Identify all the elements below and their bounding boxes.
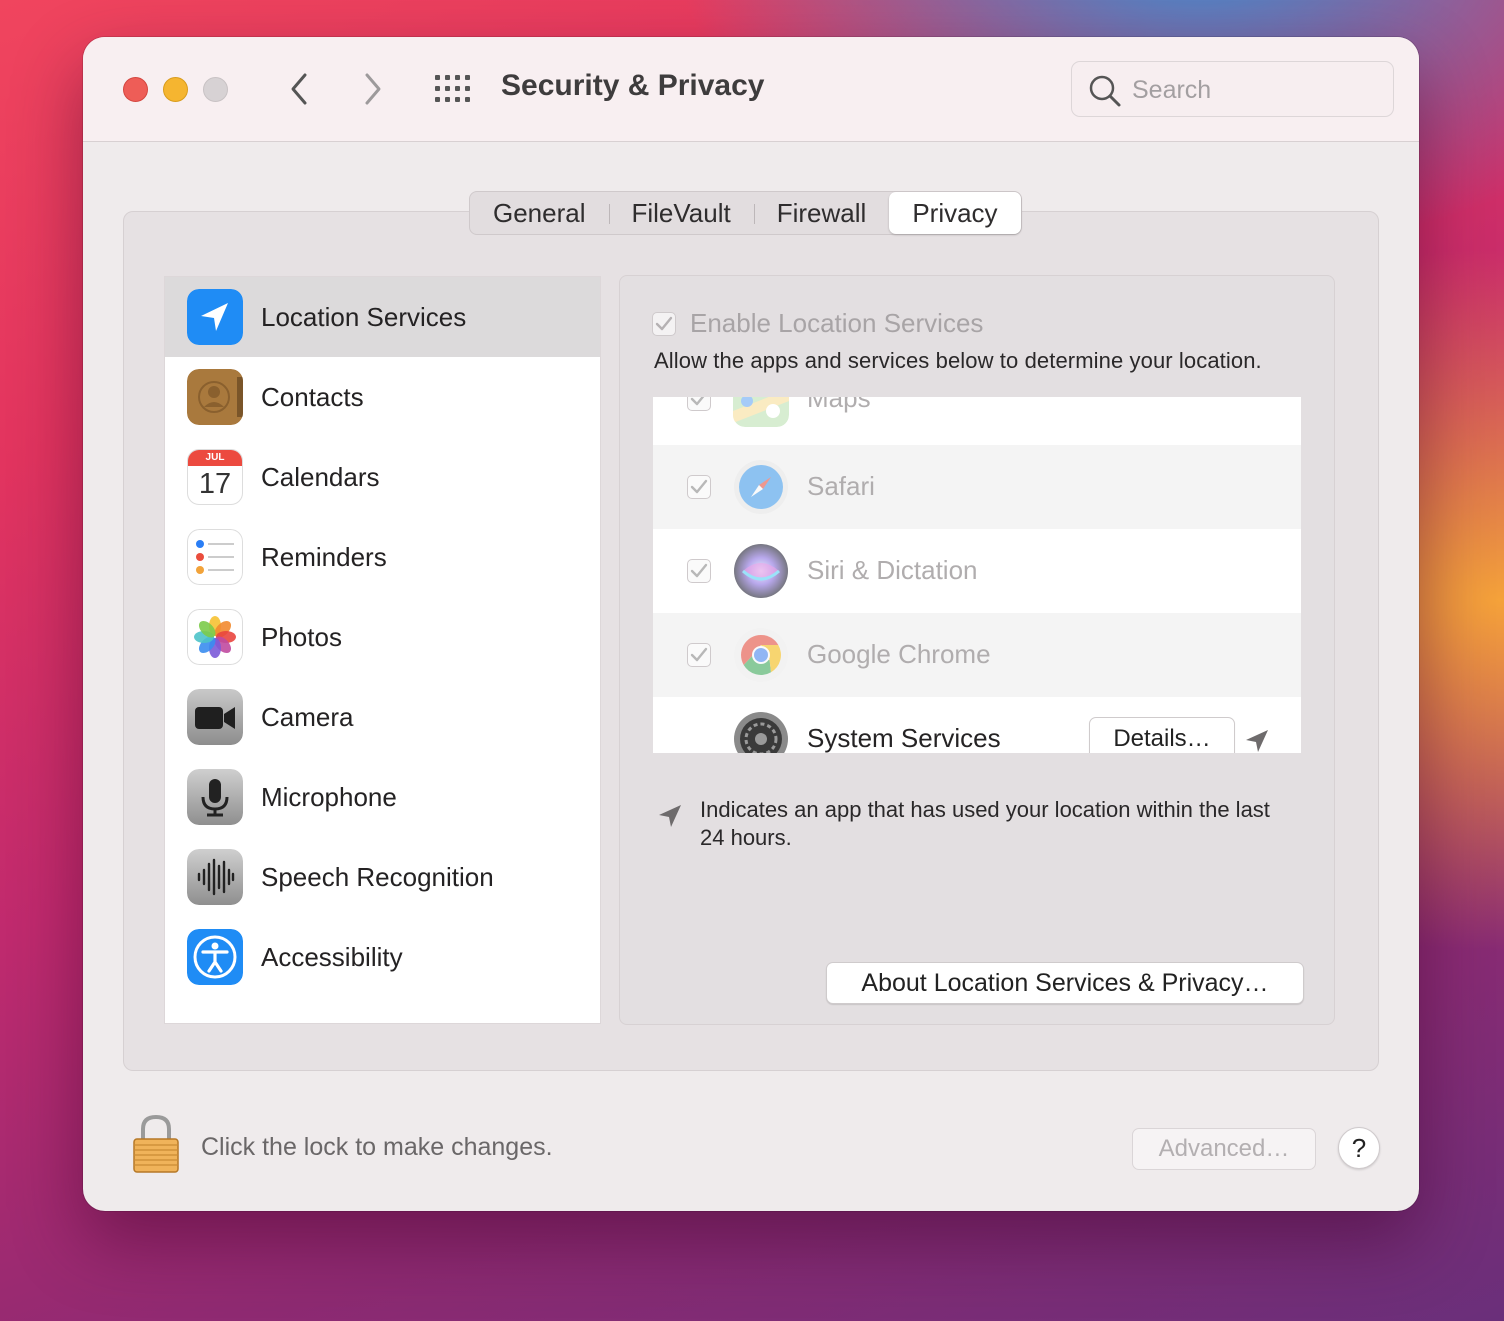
back-button[interactable] xyxy=(279,69,319,109)
calendar-icon: JUL 17 xyxy=(187,449,243,505)
photos-icon xyxy=(187,609,243,665)
zoom-button[interactable] xyxy=(203,77,228,102)
search-icon xyxy=(1089,75,1121,107)
calendar-day: 17 xyxy=(198,468,232,500)
minimize-button[interactable] xyxy=(163,77,188,102)
sidebar-item-label: Accessibility xyxy=(261,941,403,972)
app-name: Google Chrome xyxy=(807,639,991,669)
sidebar-item-label: Calendars xyxy=(261,461,380,492)
lock-message: Click the lock to make changes. xyxy=(201,1133,553,1161)
lock-button[interactable] xyxy=(131,1113,181,1175)
about-location-services-button[interactable]: About Location Services & Privacy… xyxy=(826,962,1304,1004)
tab-firewall[interactable]: Firewall xyxy=(753,192,890,234)
sidebar-item-calendars[interactable]: JUL 17 Calendars xyxy=(165,437,600,517)
tab-general[interactable]: General xyxy=(470,192,609,234)
app-checkbox[interactable] xyxy=(687,475,711,499)
security-privacy-window: Security & Privacy General FileVault Fir… xyxy=(83,37,1419,1211)
calendar-month: JUL xyxy=(188,450,242,466)
sidebar-item-label: Camera xyxy=(261,701,354,732)
list-item[interactable]: Siri & Dictation xyxy=(653,529,1301,613)
checkmark-icon xyxy=(690,397,705,406)
checkmark-icon xyxy=(655,316,673,330)
accessibility-icon xyxy=(187,929,243,985)
app-name: System Services xyxy=(807,723,1001,753)
reminders-icon xyxy=(187,529,243,585)
privacy-category-list: Location Services Contacts JUL 17 Calend… xyxy=(164,276,601,1024)
location-app-list[interactable]: Maps Safari Siri & Dictation Google Chro… xyxy=(653,397,1301,753)
forward-button[interactable] xyxy=(353,69,393,109)
chrome-icon xyxy=(733,627,789,683)
camera-icon xyxy=(187,689,243,745)
show-all-grid-button[interactable] xyxy=(433,73,473,105)
search-input[interactable] xyxy=(1132,72,1382,108)
close-button[interactable] xyxy=(123,77,148,102)
sidebar-item-label: Location Services xyxy=(261,301,467,332)
checkmark-icon xyxy=(690,479,708,494)
sidebar-item-contacts[interactable]: Contacts xyxy=(165,357,600,437)
location-arrow-icon xyxy=(1246,730,1268,752)
list-item[interactable]: Safari xyxy=(653,445,1301,529)
sidebar-item-label: Speech Recognition xyxy=(261,861,494,892)
sidebar-item-label: Reminders xyxy=(261,541,387,572)
chevron-left-icon xyxy=(291,73,307,105)
system-preferences-gear-icon xyxy=(733,711,789,753)
details-button[interactable]: Details… xyxy=(1089,717,1235,753)
enable-location-services-row: Enable Location Services xyxy=(652,308,983,339)
window-title: Security & Privacy xyxy=(501,69,765,102)
chevron-right-icon xyxy=(365,73,381,105)
maps-icon xyxy=(733,397,789,427)
sidebar-item-location-services[interactable]: Location Services xyxy=(165,277,600,357)
title-bar: Security & Privacy xyxy=(83,37,1419,142)
speech-waveform-icon xyxy=(187,849,243,905)
location-description: Allow the apps and services below to det… xyxy=(654,348,1262,373)
app-checkbox[interactable] xyxy=(687,559,711,583)
app-name: Siri & Dictation xyxy=(807,555,978,585)
list-item[interactable]: System Services Details… xyxy=(653,697,1301,753)
enable-location-services-checkbox[interactable] xyxy=(652,311,676,336)
sidebar-item-reminders[interactable]: Reminders xyxy=(165,517,600,597)
microphone-icon xyxy=(187,769,243,825)
siri-icon xyxy=(733,543,789,599)
advanced-button[interactable]: Advanced… xyxy=(1132,1128,1316,1170)
help-button[interactable]: ? xyxy=(1338,1127,1380,1169)
list-item[interactable]: Google Chrome xyxy=(653,613,1301,697)
sidebar-item-microphone[interactable]: Microphone xyxy=(165,757,600,837)
sidebar-item-label: Photos xyxy=(261,621,342,652)
contacts-icon xyxy=(187,369,243,425)
sidebar-item-camera[interactable]: Camera xyxy=(165,677,600,757)
sidebar-item-photos[interactable]: Photos xyxy=(165,597,600,677)
app-name: Maps xyxy=(807,397,871,413)
legend-text: Indicates an app that has used your loca… xyxy=(700,797,1270,850)
app-checkbox[interactable] xyxy=(687,643,711,667)
safari-icon xyxy=(733,459,789,515)
tab-privacy[interactable]: Privacy xyxy=(889,192,1021,234)
app-checkbox[interactable] xyxy=(687,397,711,411)
location-arrow-icon xyxy=(187,289,243,345)
location-services-pane: Enable Location Services Allow the apps … xyxy=(619,275,1335,1025)
search-field[interactable] xyxy=(1071,61,1394,117)
location-arrow-icon xyxy=(659,805,681,827)
sidebar-item-accessibility[interactable]: Accessibility xyxy=(165,917,600,997)
checkmark-icon xyxy=(690,563,708,578)
list-item[interactable]: Maps xyxy=(653,397,1301,441)
checkmark-icon xyxy=(690,647,708,662)
tab-bar: General FileVault Firewall Privacy xyxy=(469,191,1022,235)
tab-filevault[interactable]: FileVault xyxy=(608,192,754,234)
sidebar-item-label: Contacts xyxy=(261,381,364,412)
app-name: Safari xyxy=(807,471,875,501)
sidebar-item-speech-recognition[interactable]: Speech Recognition xyxy=(165,837,600,917)
enable-location-services-label: Enable Location Services xyxy=(690,308,984,338)
padlock-icon xyxy=(133,1114,179,1173)
sidebar-item-label: Microphone xyxy=(261,781,397,812)
